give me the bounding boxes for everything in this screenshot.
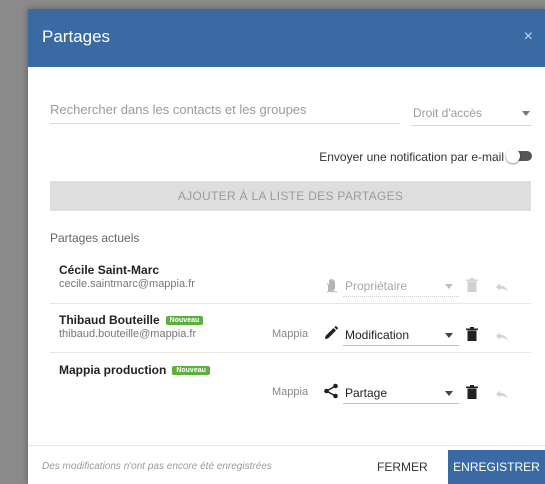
share-dialog: Partages × Droit d'accès Envoyer une not… <box>28 9 545 484</box>
share-row: Thibaud Bouteille Nouveau thibaud.bouteil… <box>50 305 531 353</box>
new-badge: Nouveau <box>172 366 210 375</box>
caret-down-icon <box>445 391 453 396</box>
email-notification-toggle[interactable] <box>506 149 532 163</box>
trash-icon[interactable] <box>466 385 478 404</box>
search-input[interactable] <box>50 95 400 124</box>
share-row: Cécile Saint-Marc cecile.saintmarc@mappi… <box>50 256 531 304</box>
share-row: Mappia production Nouveau Mappia Partage <box>50 354 531 405</box>
role-label: Partage <box>345 386 388 400</box>
dialog-title: Partages <box>42 27 111 46</box>
caret-down-icon <box>445 333 453 338</box>
row-divider <box>50 352 531 353</box>
toggle-knob <box>506 149 520 163</box>
share-icon <box>323 383 339 399</box>
role-label: Modification <box>345 328 410 342</box>
new-badge: Nouveau <box>165 316 204 325</box>
share-organization: Mappia <box>272 328 309 340</box>
backdrop <box>0 0 545 9</box>
access-rights-label: Droit d'accès <box>413 106 482 120</box>
hand-icon <box>324 277 340 293</box>
close-icon[interactable]: × <box>524 28 533 46</box>
role-select[interactable]: Partage <box>343 383 459 404</box>
role-select[interactable]: Propriétaire <box>343 276 459 297</box>
share-email: thibaud.bouteille@mappia.fr <box>59 328 197 340</box>
footer-divider <box>28 445 545 446</box>
save-button[interactable]: ENREGISTRER <box>448 450 545 484</box>
backdrop <box>0 0 28 484</box>
trash-icon[interactable] <box>466 327 478 346</box>
trash-icon[interactable] <box>466 278 478 297</box>
undo-icon[interactable] <box>495 387 509 405</box>
row-divider <box>50 303 531 304</box>
email-notification-label: Envoyer une notification par e-mail <box>319 150 504 164</box>
share-organization: Mappia <box>272 386 309 398</box>
role-label: Propriétaire <box>345 279 408 293</box>
close-button[interactable]: FERMER <box>377 460 428 474</box>
share-email: cecile.saintmarc@mappia.fr <box>59 278 195 290</box>
dialog-header: Partages × <box>28 9 545 67</box>
share-name: Mappia production Nouveau <box>59 363 210 377</box>
caret-down-icon <box>522 111 530 116</box>
undo-icon[interactable] <box>495 280 509 298</box>
role-select[interactable]: Modification <box>343 325 459 346</box>
unsaved-changes-note: Des modifications n'ont pas encore été e… <box>42 461 272 472</box>
caret-down-icon <box>445 284 453 289</box>
access-rights-select[interactable]: Droit d'accès <box>411 103 532 126</box>
share-name: Cécile Saint-Marc <box>59 263 160 277</box>
share-name: Thibaud Bouteille Nouveau <box>59 313 204 327</box>
add-to-shares-button[interactable]: AJOUTER À LA LISTE DES PARTAGES <box>50 181 531 211</box>
pencil-icon <box>323 325 339 341</box>
undo-icon[interactable] <box>495 329 509 347</box>
current-shares-title: Partages actuels <box>50 231 140 245</box>
